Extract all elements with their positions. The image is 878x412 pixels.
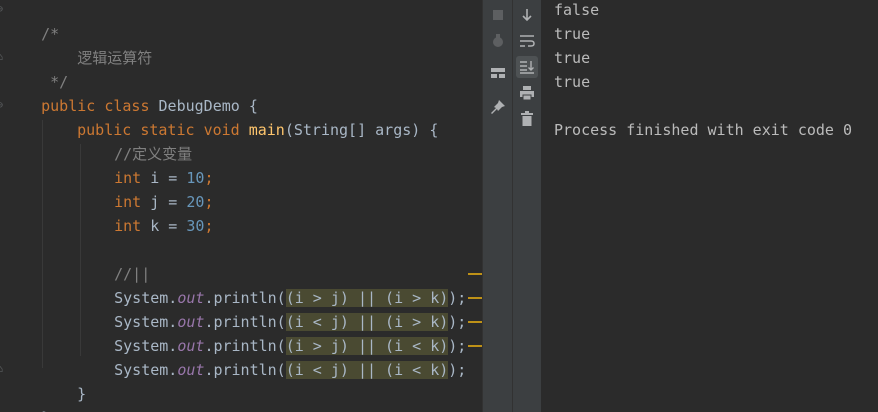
console-line: false xyxy=(554,1,600,19)
code-line-print-3: System.out.println((i > j) || (i < k)); xyxy=(78,310,466,355)
call-end: ); xyxy=(448,361,467,379)
pin-icon[interactable] xyxy=(487,96,509,118)
code-line-decl-j: int j = 20; xyxy=(78,166,213,211)
code-line-decl-i: int i = 10; xyxy=(78,142,213,187)
code-line-var-comment: //定义变量 xyxy=(78,118,192,163)
keyword-int: int xyxy=(114,217,142,235)
console-toolbar xyxy=(512,0,542,412)
method-params: (String[] args) { xyxy=(284,121,439,139)
warning-marker[interactable] xyxy=(468,273,482,275)
code-line-print-1: System.out.println((i > j) || (i > k)); xyxy=(78,262,466,307)
code-line-comment-open: /* xyxy=(5,0,59,43)
warning-marker[interactable] xyxy=(468,321,482,323)
code-line-print-2: System.out.println((i < j) || (i > k)); xyxy=(78,286,466,331)
static-field: out xyxy=(177,361,205,379)
code-editor[interactable]: /* ⊖ 逻辑运算符 */ ⌂ public class DebugDemo {… xyxy=(0,0,482,412)
warning-marker[interactable] xyxy=(468,297,482,299)
fold-icon[interactable]: ⌂ xyxy=(0,358,5,382)
fold-icon[interactable]: ⌂ xyxy=(0,46,5,70)
code-line-print-4: System.out.println((i < j) || (i < k)); xyxy=(78,334,466,379)
console-line: true xyxy=(554,25,591,43)
layout-icon[interactable] xyxy=(487,62,509,84)
warning-marker[interactable] xyxy=(468,345,482,347)
fold-icon[interactable]: ⊖ xyxy=(0,94,5,118)
console-output[interactable]: false true true true Process finished wi… xyxy=(541,0,878,412)
console-line: true xyxy=(554,73,591,91)
fold-icon[interactable]: ⊖ xyxy=(0,0,5,22)
code-line-close-class: } xyxy=(5,382,50,412)
scroll-to-end-icon[interactable] xyxy=(516,56,538,78)
number-literal: 30 xyxy=(186,217,205,235)
class-ref: System. xyxy=(114,361,178,379)
semicolon: ; xyxy=(204,217,214,235)
console-exit-message: Process finished with exit code 0 xyxy=(554,121,853,139)
code-line-main-decl: public static void main(String[] args) { xyxy=(41,94,438,139)
closing-brace: } xyxy=(77,385,87,403)
scroll-down-icon[interactable] xyxy=(516,4,538,26)
code-line-class-decl: public class DebugDemo { xyxy=(5,70,258,115)
code-line-decl-k: int k = 30; xyxy=(78,190,213,235)
code-line-close-method: } xyxy=(41,358,86,403)
code-line-comment-close: */ xyxy=(5,46,68,91)
console-line: true xyxy=(554,49,591,67)
method-name: main xyxy=(248,121,285,139)
debug-settings-icon[interactable] xyxy=(487,30,509,52)
print-icon[interactable] xyxy=(516,82,538,104)
highlighted-expression: (i < j) || (i < k) xyxy=(285,361,449,379)
keyword-void: void xyxy=(203,121,240,139)
soft-wrap-icon[interactable] xyxy=(516,30,538,52)
code-line-comment-text: 逻辑运算符 xyxy=(5,22,152,67)
run-tool-gutter xyxy=(482,0,513,412)
stop-icon[interactable] xyxy=(487,4,509,26)
var-assign: k = xyxy=(141,217,187,235)
code-line-or-comment: //|| xyxy=(78,238,150,283)
method-call: .println( xyxy=(204,361,286,379)
trash-icon[interactable] xyxy=(516,108,538,130)
